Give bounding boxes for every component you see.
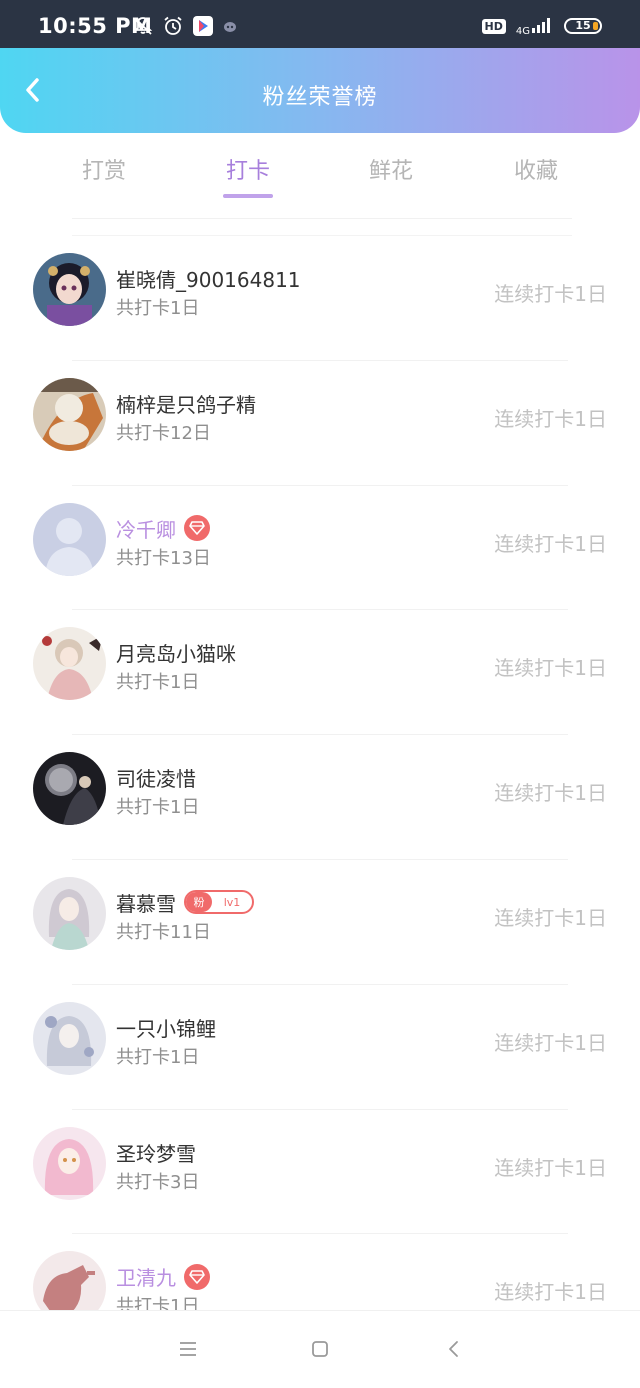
hd-badge: HD xyxy=(481,18,506,34)
total-checkins: 共打卡1日 xyxy=(116,298,200,319)
header: 粉丝荣誉榜 xyxy=(0,48,640,133)
total-checkins: 共打卡3日 xyxy=(116,1171,200,1193)
list-item[interactable]: 楠梓是只鸽子精 共打卡12日 连续打卡1日 xyxy=(0,361,640,486)
avatar[interactable] xyxy=(33,752,106,826)
divider xyxy=(72,218,572,219)
list-item[interactable]: 司徒凌惜 共打卡1日 连续打卡1日 xyxy=(0,735,640,860)
user-name[interactable]: 暮慕雪 xyxy=(116,888,176,917)
tab-checkin[interactable]: 打卡 xyxy=(198,153,298,185)
streak-label: 连续打卡1日 xyxy=(494,656,607,681)
name-line: 一只小锦鲤 xyxy=(116,1013,216,1042)
checkin-ranking-list: 崔晓倩_900164811 共打卡1日 连续打卡1日 楠梓是只鸽子精 共打卡12… xyxy=(0,236,640,1359)
list-item[interactable]: 月亮岛小猫咪 共打卡1日 连续打卡1日 xyxy=(0,610,640,736)
status-icons-right: HD 4G 15 xyxy=(481,15,602,37)
avatar[interactable] xyxy=(33,876,106,950)
total-checkins: 共打卡1日 xyxy=(116,672,200,694)
avatar[interactable] xyxy=(33,253,106,326)
user-name[interactable]: 一只小锦鲤 xyxy=(116,1013,216,1042)
play-store-icon xyxy=(193,16,213,40)
avatar[interactable] xyxy=(33,1001,106,1075)
total-checkins: 共打卡1日 xyxy=(116,1046,200,1068)
list-item[interactable]: 圣玲梦雪 共打卡3日 连续打卡1日 xyxy=(0,1110,640,1235)
page-title: 粉丝荣誉榜 xyxy=(262,85,378,110)
signal-group: 4G xyxy=(516,15,554,37)
menu-button[interactable] xyxy=(176,1337,200,1361)
streak-label: 连续打卡1日 xyxy=(494,781,607,806)
name-line: 司徒凌惜 xyxy=(116,763,196,792)
battery-fill xyxy=(593,22,598,30)
back-triangle-icon xyxy=(449,1341,458,1357)
streak-label: 连续打卡1日 xyxy=(494,1030,607,1055)
user-name[interactable]: 圣玲梦雪 xyxy=(116,1138,196,1167)
streak-label: 连续打卡1日 xyxy=(494,905,607,930)
total-checkins: 共打卡13日 xyxy=(116,547,211,569)
streak-label: 连续打卡1日 xyxy=(494,1280,607,1305)
total-checkins: 共打卡1日 xyxy=(116,797,200,819)
tab-bar: 打赏 打卡 鲜花 收藏 xyxy=(0,133,640,218)
bell-off-icon xyxy=(133,16,153,40)
user-name[interactable]: 月亮岛小猫咪 xyxy=(116,638,236,667)
total-checkins: 共打卡12日 xyxy=(116,422,211,444)
diamond-badge xyxy=(184,1263,210,1290)
name-line: 暮慕雪 粉 lv1 xyxy=(116,888,254,917)
list-item[interactable]: 一只小锦鲤 共打卡1日 连续打卡1日 xyxy=(0,985,640,1110)
home-button[interactable] xyxy=(308,1337,332,1361)
avatar[interactable] xyxy=(33,377,106,451)
user-name[interactable]: 卫清九 xyxy=(116,1262,176,1291)
name-line: 卫清九 xyxy=(116,1262,210,1291)
list-item[interactable]: 崔晓倩_900164811 共打卡1日 连续打卡1日 xyxy=(0,236,640,361)
avatar[interactable] xyxy=(33,502,106,576)
menu-icon xyxy=(180,1342,196,1356)
diamond-icon xyxy=(189,521,205,535)
name-line: 冷千卿 xyxy=(116,514,210,543)
name-line: 月亮岛小猫咪 xyxy=(116,638,236,667)
tab-favorites[interactable]: 收藏 xyxy=(486,153,586,185)
signal-bars-icon xyxy=(532,15,554,37)
diamond-badge xyxy=(184,515,210,542)
status-icons-left xyxy=(133,16,237,40)
system-nav-bar xyxy=(0,1310,640,1388)
list-item[interactable]: 暮慕雪 粉 lv1 共打卡11日 连续打卡1日 xyxy=(0,860,640,985)
tab-flowers[interactable]: 鲜花 xyxy=(341,153,441,185)
avatar[interactable] xyxy=(33,627,106,701)
battery-icon: 15 xyxy=(564,18,602,34)
diamond-icon xyxy=(189,1270,205,1284)
user-name[interactable]: 楠梓是只鸽子精 xyxy=(116,389,256,418)
total-checkins: 共打卡11日 xyxy=(116,921,211,943)
network-label: 4G xyxy=(515,26,530,37)
fan-badge-label: 粉 xyxy=(186,892,212,913)
avatar[interactable] xyxy=(33,1126,106,1200)
user-name[interactable]: 司徒凌惜 xyxy=(116,763,196,792)
name-line: 楠梓是只鸽子精 xyxy=(116,389,256,418)
fan-level-badge: 粉 lv1 xyxy=(184,890,254,915)
app-icon xyxy=(223,19,237,38)
user-name[interactable]: 冷千卿 xyxy=(116,514,176,543)
tab-reward[interactable]: 打赏 xyxy=(54,153,154,185)
back-nav-button[interactable] xyxy=(442,1337,466,1361)
user-name[interactable]: 崔晓倩_900164811 xyxy=(116,264,301,293)
streak-label: 连续打卡1日 xyxy=(494,282,607,306)
alarm-icon xyxy=(163,16,183,40)
active-tab-indicator xyxy=(223,194,273,198)
streak-label: 连续打卡1日 xyxy=(494,531,607,556)
name-line: 崔晓倩_900164811 xyxy=(116,264,301,293)
home-square-icon xyxy=(312,1341,328,1357)
name-line: 圣玲梦雪 xyxy=(116,1138,196,1167)
list-item[interactable]: 冷千卿 共打卡13日 连续打卡1日 xyxy=(0,486,640,611)
streak-label: 连续打卡1日 xyxy=(494,1155,607,1180)
fan-badge-level: lv1 xyxy=(223,895,241,909)
streak-label: 连续打卡1日 xyxy=(494,406,607,431)
status-bar: 10:55 PM HD 4G 15 xyxy=(0,0,640,48)
